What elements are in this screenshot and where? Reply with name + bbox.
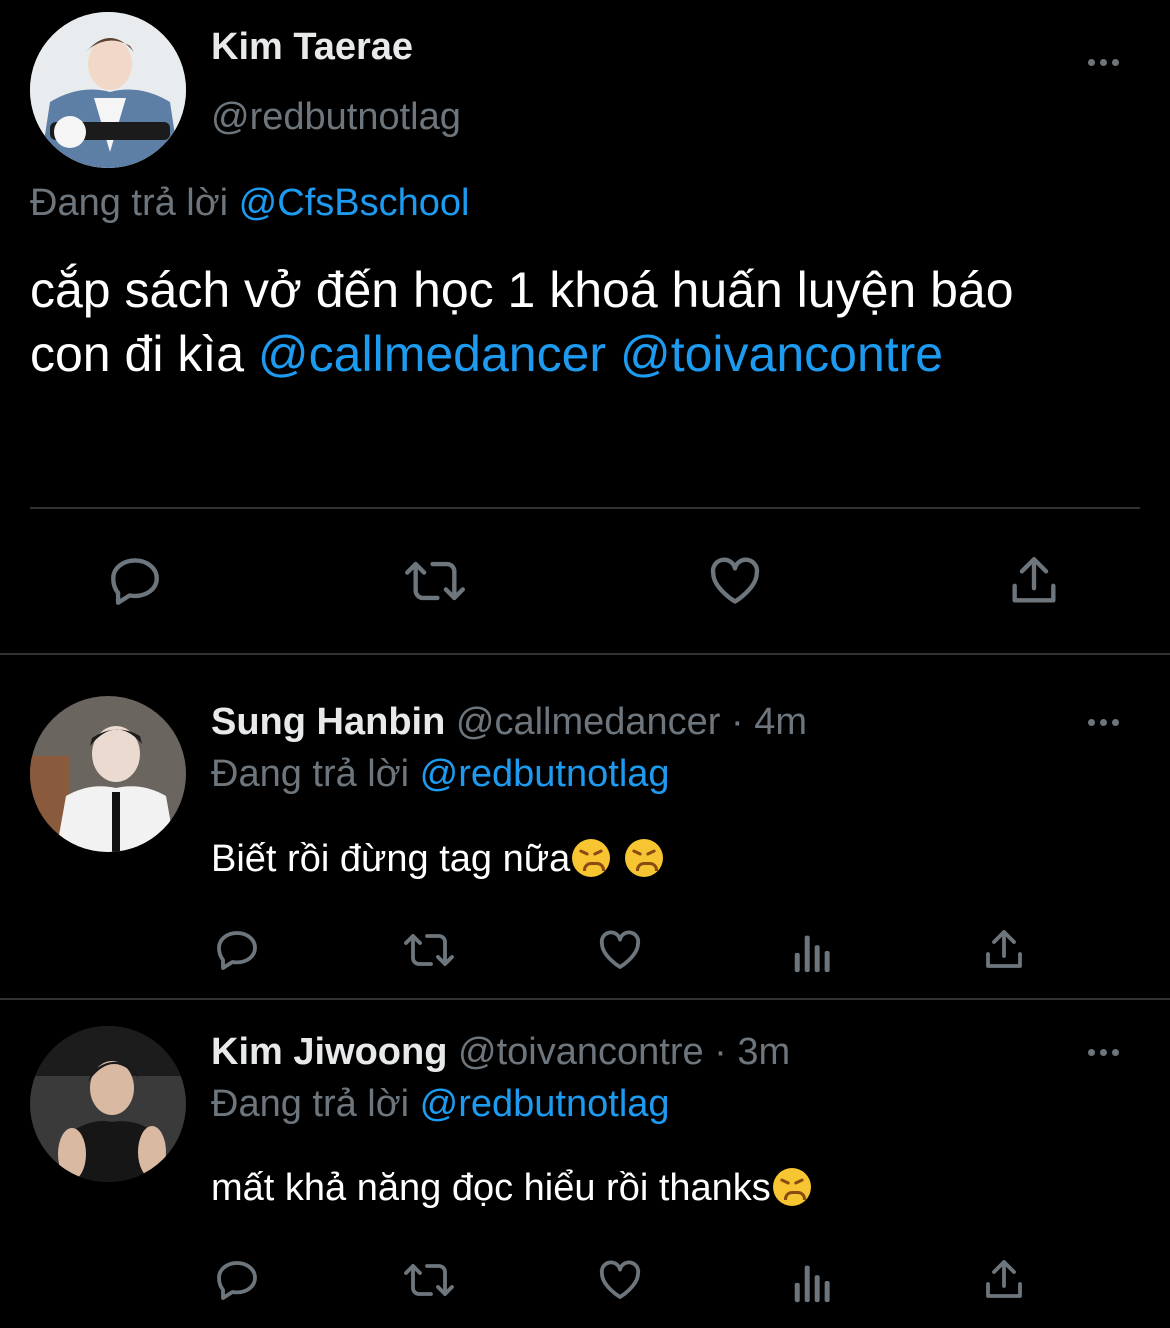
timestamp[interactable]: 3m (737, 1031, 790, 1073)
analytics-icon[interactable] (790, 1258, 834, 1304)
divider (0, 653, 1170, 655)
reply-text: Biết rồi đừng tag nữa (211, 838, 665, 881)
display-name[interactable]: Kim Taerae (211, 26, 413, 69)
display-name[interactable]: Kim Jiwoong (211, 1031, 447, 1073)
mention-link[interactable]: @toivancontre (620, 326, 943, 382)
handle[interactable]: @toivancontre (458, 1031, 704, 1073)
heart-icon[interactable] (596, 1256, 644, 1304)
share-icon[interactable] (980, 1256, 1028, 1304)
reply-icon[interactable] (106, 552, 164, 610)
replying-prefix: Đang trả lời (30, 182, 229, 224)
separator: · (731, 701, 744, 743)
handle[interactable]: @redbutnotlag (211, 96, 461, 139)
divider (0, 998, 1170, 1000)
separator: · (714, 1031, 727, 1073)
reply-header: Sung Hanbin @callmedancer · 4m (211, 701, 807, 744)
display-name[interactable]: Sung Hanbin (211, 701, 445, 743)
weary-face-emoji (772, 1168, 811, 1206)
avatar[interactable] (30, 696, 186, 852)
share-icon[interactable] (980, 926, 1028, 974)
retweet-icon[interactable] (402, 926, 456, 974)
reply-icon[interactable] (213, 1256, 261, 1304)
tweet-text-line2: con đi kìa @callmedancer @toivancontre (30, 322, 1014, 386)
reply-header: Kim Jiwoong @toivancontre · 3m (211, 1031, 790, 1074)
replying-to-line: Đang trả lời @redbutnotlag (211, 753, 670, 796)
persevering-face-emoji (624, 839, 663, 877)
analytics-icon[interactable] (790, 928, 834, 974)
reply-text-content: Biết rồi đừng tag nữa (211, 838, 571, 880)
tweet-text-line2-text: con đi kìa (30, 326, 245, 382)
reply-text-content: mất khả năng đọc hiểu rồi thanks (211, 1167, 771, 1209)
replying-to-line: Đang trả lời @CfsBschool (30, 182, 469, 225)
heart-icon[interactable] (706, 552, 764, 610)
replying-prefix: Đang trả lời (211, 753, 410, 795)
replying-to-link[interactable]: @redbutnotlag (420, 1083, 670, 1125)
handle[interactable]: @callmedancer (456, 701, 721, 743)
avatar[interactable] (30, 12, 186, 168)
tweet-text: cắp sách vở đến học 1 khoá huấn luyện bá… (30, 258, 1014, 386)
heart-icon[interactable] (596, 926, 644, 974)
tweet-text-line1: cắp sách vở đến học 1 khoá huấn luyện bá… (30, 262, 1014, 318)
replying-to-link[interactable]: @redbutnotlag (420, 753, 670, 795)
replying-to-line: Đang trả lời @redbutnotlag (211, 1083, 670, 1126)
retweet-icon[interactable] (402, 552, 468, 610)
persevering-face-emoji (572, 839, 611, 877)
reply-icon[interactable] (213, 926, 261, 974)
replying-to-link[interactable]: @CfsBschool (239, 182, 470, 224)
timestamp[interactable]: 4m (754, 701, 807, 743)
reply-text: mất khả năng đọc hiểu rồi thanks (211, 1167, 813, 1210)
divider (30, 507, 1140, 509)
more-icon[interactable] (1088, 1049, 1119, 1056)
share-icon[interactable] (1005, 552, 1063, 610)
more-icon[interactable] (1088, 719, 1119, 726)
replying-prefix: Đang trả lời (211, 1083, 410, 1125)
avatar[interactable] (30, 1026, 186, 1182)
more-icon[interactable] (1088, 59, 1119, 66)
mention-link[interactable]: @callmedancer (258, 326, 606, 382)
retweet-icon[interactable] (402, 1256, 456, 1304)
